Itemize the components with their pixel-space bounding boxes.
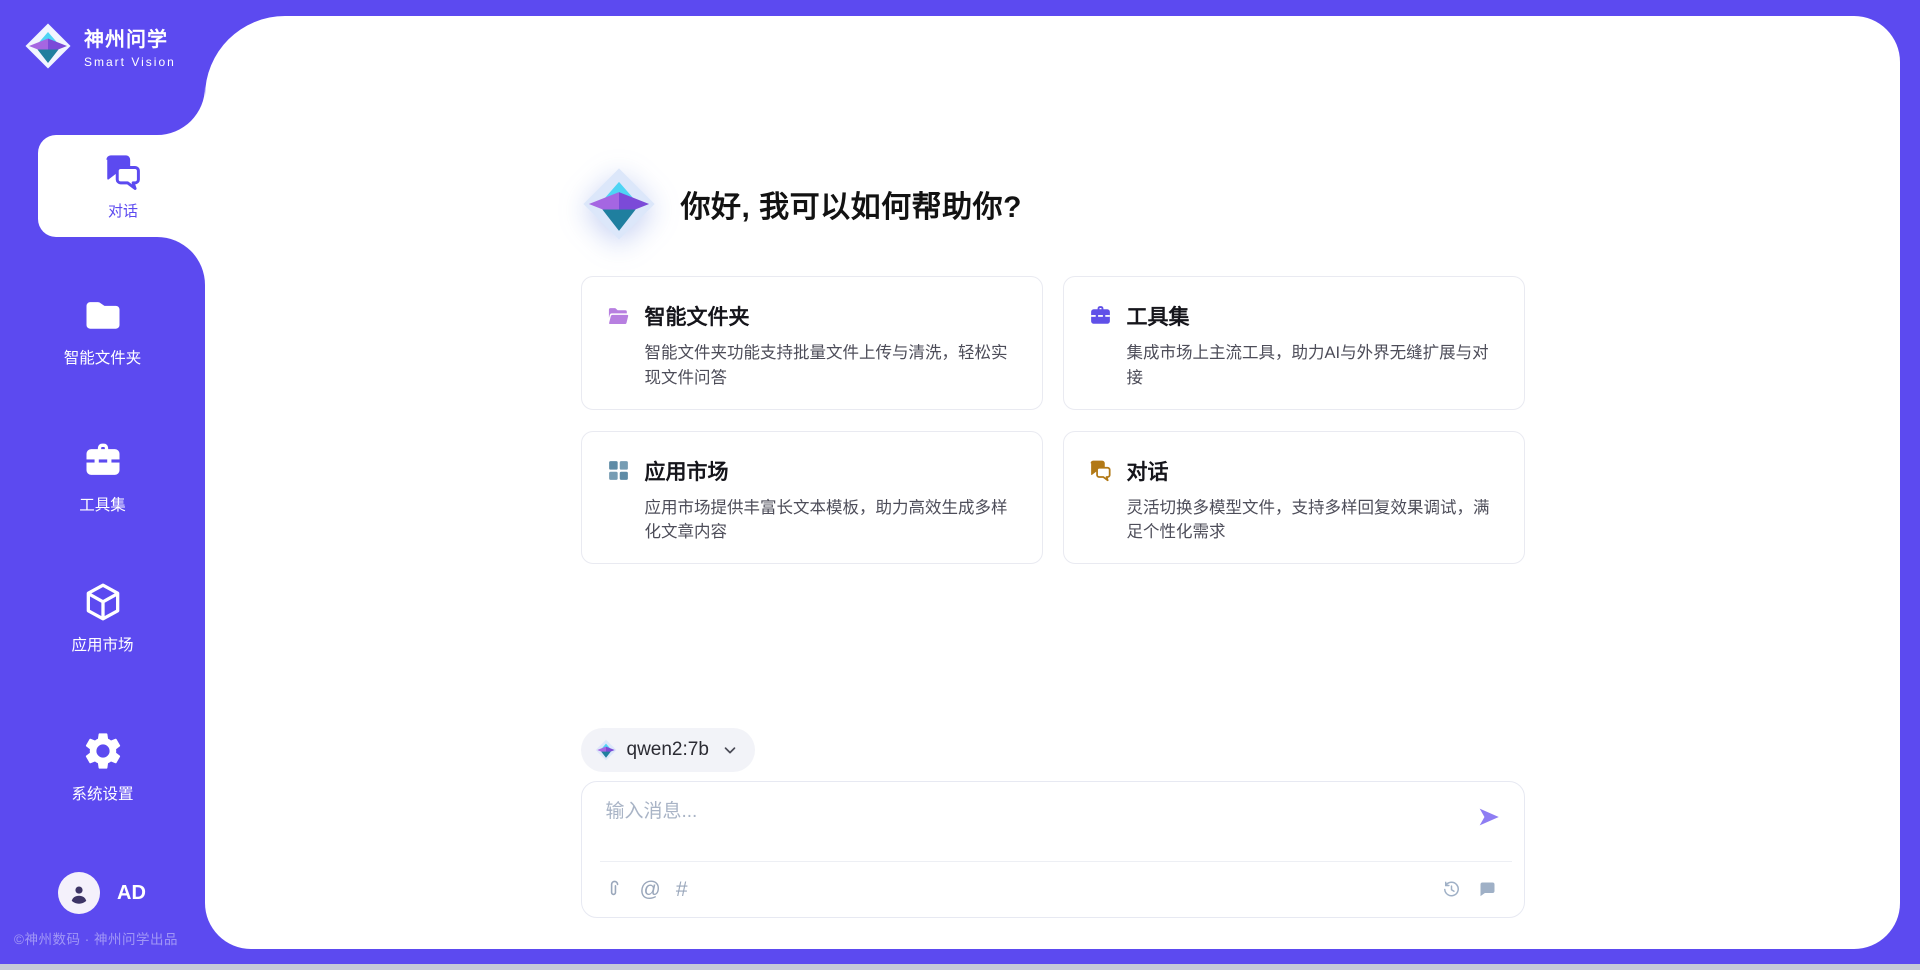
sidebar-item-toolbox[interactable]: 工具集	[0, 440, 205, 515]
sidebar-item-smart-folder[interactable]: 智能文件夹	[0, 293, 205, 368]
chat-icon	[102, 151, 144, 193]
chevron-down-icon	[721, 741, 739, 759]
toolbox-icon	[81, 440, 125, 484]
sidebar: 神州问学 Smart Vision 对话 智能文件夹 工具集 应用市场 系统设置	[0, 0, 205, 970]
card-chat[interactable]: 对话 灵活切换多模型文件，支持多样回复效果调试，满足个性化需求	[1063, 431, 1525, 565]
grid-icon	[606, 458, 631, 483]
sidebar-item-app-market[interactable]: 应用市场	[0, 580, 205, 655]
app-subtitle: Smart Vision	[84, 55, 176, 69]
attachment-icon[interactable]	[604, 879, 625, 900]
feedback-icon[interactable]	[1477, 879, 1498, 900]
send-icon[interactable]	[1476, 804, 1502, 830]
model-name: qwen2:7b	[627, 739, 709, 761]
sidebar-item-chat[interactable]: 对话	[38, 135, 208, 237]
app-name: 神州问学	[84, 23, 176, 52]
card-description: 集成市场上主流工具，助力AI与外界无缝扩展与对接	[1127, 341, 1498, 391]
card-title: 对话	[1127, 456, 1169, 486]
message-input[interactable]	[606, 796, 1456, 852]
cube-icon	[81, 580, 125, 624]
mention-icon[interactable]: @	[640, 879, 661, 900]
sidebar-item-label: 系统设置	[71, 782, 133, 804]
tab-curve-bottom	[157, 237, 205, 285]
history-icon[interactable]	[1441, 879, 1462, 900]
avatar	[58, 872, 100, 914]
feature-cards: 智能文件夹 智能文件夹功能支持批量文件上传与清洗，轻松实现文件问答 工具集 集成…	[581, 276, 1525, 564]
card-title: 工具集	[1127, 301, 1190, 331]
user-initials: AD	[117, 882, 146, 905]
card-description: 应用市场提供丰富长文本模板，助力高效生成多样化文章内容	[645, 496, 1016, 546]
window-bottom-edge	[0, 964, 1920, 970]
topic-icon[interactable]: #	[676, 879, 688, 900]
sidebar-item-label: 应用市场	[71, 633, 133, 655]
user-profile[interactable]: AD	[58, 872, 146, 914]
card-app-market[interactable]: 应用市场 应用市场提供丰富长文本模板，助力高效生成多样化文章内容	[581, 431, 1043, 565]
sidebar-item-label: 智能文件夹	[64, 346, 142, 368]
card-description: 智能文件夹功能支持批量文件上传与清洗，轻松实现文件问答	[645, 341, 1016, 391]
app-logo: 神州问学 Smart Vision	[24, 22, 176, 70]
tab-curve-top	[157, 87, 205, 135]
card-title: 应用市场	[645, 456, 729, 486]
card-toolbox[interactable]: 工具集 集成市场上主流工具，助力AI与外界无缝扩展与对接	[1063, 276, 1525, 410]
folder-open-icon	[606, 304, 631, 329]
card-title: 智能文件夹	[645, 301, 750, 331]
gear-icon	[81, 729, 125, 773]
model-logo-icon	[595, 739, 617, 761]
card-smart-folder[interactable]: 智能文件夹 智能文件夹功能支持批量文件上传与清洗，轻松实现文件问答	[581, 276, 1043, 410]
greeting-text: 你好, 我可以如何帮助你?	[681, 182, 1023, 226]
brand-gem-icon	[24, 22, 72, 70]
chat-icon	[1088, 458, 1113, 483]
sidebar-item-settings[interactable]: 系统设置	[0, 729, 205, 804]
folder-icon	[81, 293, 125, 337]
main-panel: 你好, 我可以如何帮助你? 智能文件夹 智能文件夹功能支持批量文件上传与清洗，轻…	[205, 16, 1900, 949]
copyright-text: ©神州数码 · 神州问学出品	[14, 928, 178, 948]
person-icon	[66, 880, 92, 906]
message-composer: @ #	[581, 781, 1525, 918]
assistant-gem-icon	[581, 166, 657, 242]
sidebar-item-label: 对话	[108, 200, 138, 221]
toolbox-icon	[1088, 304, 1113, 329]
sidebar-item-label: 工具集	[79, 493, 126, 515]
greeting: 你好, 我可以如何帮助你?	[581, 166, 1525, 242]
card-description: 灵活切换多模型文件，支持多样回复效果调试，满足个性化需求	[1127, 496, 1498, 546]
model-selector[interactable]: qwen2:7b	[581, 728, 755, 772]
